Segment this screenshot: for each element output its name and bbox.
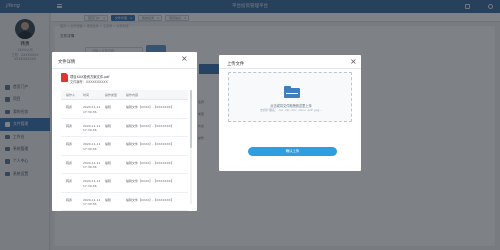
file-detail-modal: 文件详情 × 项目XXX投资方案文件.pdf 文件编号：XXXXXXXXXX 操… [52, 52, 197, 211]
cell-time: 2020-11-11 17:30:36 [83, 197, 101, 207]
cell-operator: 韩勇 [66, 105, 73, 109]
cell-type: 编辑 [105, 105, 112, 109]
cell-operator: 韩勇 [66, 123, 73, 128]
cell-type: 编辑 [105, 197, 112, 202]
close-icon[interactable]: × [181, 55, 188, 63]
cell-content: 编辑文件【XXXX】-【XXXXXXX】 [126, 142, 174, 146]
folder-icon [284, 86, 300, 98]
close-icon[interactable]: × [350, 58, 357, 66]
divider [52, 68, 197, 69]
table-row: 韩勇 2020-11-11 17:30:36 编辑 编辑文件【XXXX】-【XX… [61, 137, 188, 156]
table-row: 韩勇 2020-11-11 17:30:36 编辑 编辑文件【XXXX】-【XX… [61, 174, 188, 193]
table-row: 韩勇 2020-11-11 17:30:36 编辑 编辑文件【XXXX】-【XX… [61, 100, 188, 119]
modal-title: 文件详情 [58, 60, 76, 65]
divider [219, 68, 361, 69]
table-row: 韩勇 2020-11-11 17:30:36 编辑 编辑文件【XXXX】-【XX… [61, 156, 188, 174]
pdf-file-icon [61, 73, 68, 82]
cell-operator: 韩勇 [66, 179, 73, 183]
cell-type: 编辑 [105, 179, 112, 183]
cell-time: 2020-11-11 17:30:36 [83, 105, 101, 114]
cell-operator: 韩勇 [66, 160, 73, 165]
table-row: 韩勇 2020-11-11 17:30:36 编辑 编辑文件【XXXX】-【XX… [61, 193, 188, 211]
table-header: 操作人 时间 操作类型 操作内容 [61, 90, 188, 100]
table-row: 韩勇 2020-11-11 17:30:36 编辑 编辑文件【XXXX】-【XX… [61, 119, 188, 137]
cell-type: 编辑 [105, 123, 112, 128]
cell-time: 2020-11-11 17:30:36 [83, 123, 101, 133]
cell-operator: 韩勇 [66, 142, 73, 146]
cell-type: 编辑 [105, 160, 112, 165]
folder-line [286, 93, 298, 94]
scrollbar-thumb[interactable] [190, 90, 192, 148]
cell-type: 编辑 [105, 142, 112, 146]
column-header: 操作内容 [126, 93, 139, 97]
cell-time: 2020-11-11 17:30:36 [83, 142, 101, 151]
cell-operator: 韩勇 [66, 197, 73, 202]
cell-time: 2020-11-11 17:30:36 [83, 160, 101, 170]
cell-time: 2020-11-11 17:30:36 [83, 179, 101, 188]
upload-file-types: 支持扩展名：.rar .zip .doc .docx .pdf .jpg... [259, 108, 323, 112]
history-table: 操作人 时间 操作类型 操作内容 韩勇 2020-11-11 17:30:36 … [61, 90, 188, 211]
file-code: 文件编号：XXXXXXXXXX [70, 80, 108, 84]
cell-content: 编辑文件【XXXX】-【XXXXXXX】 [126, 197, 174, 202]
column-header: 操作类型 [105, 93, 118, 97]
cell-content: 编辑文件【XXXX】-【XXXXXXX】 [126, 160, 174, 165]
cell-content: 编辑文件【XXXX】-【XXXXXXX】 [126, 105, 174, 109]
confirm-upload-button[interactable]: 确认上传 [248, 147, 337, 156]
modal-title: 上传文件 [227, 62, 245, 67]
column-header: 操作人 [66, 93, 76, 97]
cell-content: 编辑文件【XXXX】-【XXXXXXX】 [126, 179, 174, 183]
upload-drop-zone[interactable]: 点击或将文件拖拽到这里上传 支持扩展名：.rar .zip .doc .docx… [228, 72, 352, 122]
cell-content: 编辑文件【XXXX】-【XXXXXXX】 [126, 123, 174, 128]
upload-modal: 上传文件 × 点击或将文件拖拽到这里上传 支持扩展名：.rar .zip .do… [219, 55, 361, 171]
column-header: 时间 [83, 93, 90, 97]
